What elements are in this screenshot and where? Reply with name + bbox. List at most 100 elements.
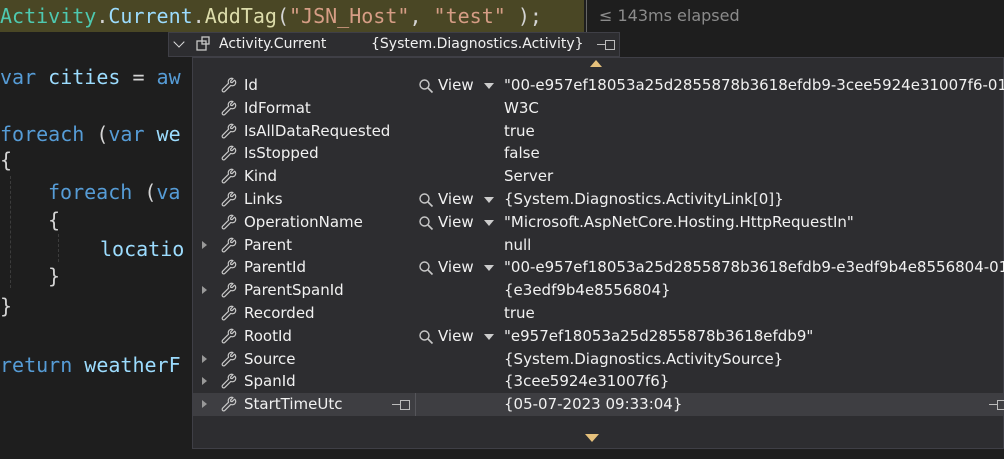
property-value[interactable]: true <box>504 122 535 140</box>
code-line-close-brace[interactable]: } <box>0 292 12 320</box>
code-token: = <box>120 65 157 89</box>
code-token: , <box>409 4 434 28</box>
pin-icon[interactable] <box>597 39 615 51</box>
property-value[interactable]: {System.Diagnostics.ActivitySource} <box>504 350 783 368</box>
chevron-down-icon[interactable] <box>484 265 494 272</box>
scroll-down-arrow-icon[interactable] <box>585 434 599 442</box>
view-visualizer-button[interactable]: View <box>418 213 502 233</box>
property-value[interactable]: false <box>504 144 540 162</box>
property-value[interactable]: true <box>504 304 535 322</box>
view-label: View <box>438 190 474 208</box>
datatip-row-source[interactable]: Source {System.Diagnostics.ActivitySource… <box>193 348 1003 371</box>
code-line-close-brace-inner[interactable]: } <box>48 262 60 290</box>
datatip-row-idformat[interactable]: IdFormat W3C <box>193 97 1003 120</box>
expand-arrow-icon[interactable] <box>202 354 207 363</box>
property-name: ParentSpanId <box>244 281 344 300</box>
datatip-row-rootid[interactable]: RootId View "e957ef18053a25d2855878b3618ef… <box>193 325 1003 348</box>
code-token: "test" <box>433 4 506 28</box>
datatip-row-isstopped[interactable]: IsStopped false <box>193 142 1003 165</box>
code-token: ); <box>505 4 542 28</box>
expand-arrow-icon[interactable] <box>202 400 207 409</box>
datatip-row-parent[interactable]: Parent null <box>193 234 1003 257</box>
scroll-up-arrow-icon[interactable] <box>590 60 602 67</box>
view-label: View <box>438 76 474 94</box>
datatip-expression: Activity.Current <box>219 36 327 52</box>
code-line-cities[interactable]: var cities = aw <box>0 63 181 91</box>
wrench-icon <box>221 191 237 207</box>
wrench-icon <box>221 373 237 389</box>
property-name: Parent <box>244 235 293 254</box>
datatip-row-starttimeutc[interactable]: StartTimeUtc {05-07-2023 09:33:04} <box>193 393 1004 417</box>
view-visualizer-button[interactable]: View <box>418 190 502 210</box>
code-line-open-brace-inner[interactable]: { <box>48 206 60 234</box>
property-value[interactable]: {3cee5924e31007f6} <box>504 372 669 390</box>
property-value[interactable]: null <box>504 236 531 254</box>
datatip-row-parentspanid[interactable]: ParentSpanId {e3edf9b4e8556804} <box>193 279 1003 302</box>
datatip-row-kind[interactable]: Kind Server <box>193 165 1003 188</box>
code-token: ( <box>132 180 157 204</box>
expand-arrow-icon[interactable] <box>202 240 207 249</box>
code-token: va <box>156 180 181 204</box>
property-value[interactable]: W3C <box>504 99 539 117</box>
code-token: return <box>0 353 73 377</box>
chevron-down-icon[interactable] <box>484 197 494 203</box>
code-line-open-brace[interactable]: { <box>0 146 12 174</box>
datatip-value: {System.Diagnostics.Activity} <box>371 36 584 52</box>
view-visualizer-button[interactable]: View <box>418 258 502 278</box>
datatip-row-id[interactable]: Id View "00-e957ef18053a25d2855878b3618efd… <box>193 74 1004 97</box>
object-icon <box>196 36 210 51</box>
code-line-location[interactable]: locatio <box>100 235 184 263</box>
property-value[interactable]: "00-e957ef18053a25d2855878b3618efdb9-e3e… <box>504 258 1004 276</box>
code-token: Activity <box>0 4 97 28</box>
property-value[interactable]: "00-e957ef18053a25d2855878b3618efdb9-3ce… <box>504 76 1004 94</box>
perf-tip-elapsed[interactable]: ≤ 143ms elapsed <box>586 0 740 32</box>
code-token: . <box>96 4 109 28</box>
chevron-down-icon[interactable] <box>484 219 494 226</box>
chevron-down-icon[interactable] <box>484 83 494 89</box>
expand-arrow-icon[interactable] <box>202 286 207 295</box>
code-token: ( <box>276 4 290 28</box>
view-label: View <box>438 212 474 231</box>
datatip-header[interactable]: Activity.Current {System.Diagnostics.Act… <box>168 32 620 57</box>
wrench-icon <box>221 259 237 275</box>
property-name: Links <box>244 190 283 208</box>
code-token: AddTag <box>204 4 277 28</box>
chevron-down-icon[interactable] <box>173 36 185 48</box>
wrench-icon <box>221 282 237 298</box>
property-value[interactable]: {05-07-2023 09:33:04} <box>504 395 682 413</box>
property-name: IsStopped <box>244 144 319 163</box>
wrench-icon <box>221 214 237 230</box>
property-value[interactable]: "Microsoft.AspNetCore.Hosting.HttpReques… <box>504 213 854 231</box>
property-value[interactable]: {System.Diagnostics.ActivityLink[0]} <box>504 190 784 208</box>
code-line-return[interactable]: return weatherF <box>0 351 181 379</box>
property-value[interactable]: "e957ef18053a25d2855878b3618efdb9" <box>504 327 813 345</box>
code-token: locatio <box>100 237 185 261</box>
wrench-icon <box>221 305 237 321</box>
datatip-panel[interactable]: Id View "00-e957ef18053a25d2855878b3618efd… <box>192 57 1004 449</box>
wrench-icon <box>221 328 237 344</box>
property-name: StartTimeUtc <box>244 395 343 414</box>
datatip-row-links[interactable]: Links View {System.Diagnostics.ActivityLin… <box>193 188 1003 211</box>
chevron-down-icon[interactable] <box>484 333 494 340</box>
datatip-row-recorded[interactable]: Recorded true <box>193 302 1003 325</box>
pin-icon[interactable] <box>989 399 1004 411</box>
code-line-addtag[interactable]: Activity.Current.AddTag("JSN_Host", "tes… <box>0 2 542 30</box>
wrench-icon <box>221 396 237 412</box>
code-line-foreach-outer[interactable]: foreach (var we <box>0 120 181 148</box>
wrench-icon <box>221 351 237 367</box>
expand-arrow-icon[interactable] <box>202 377 207 386</box>
wrench-icon <box>221 168 237 184</box>
wrench-icon <box>221 123 237 139</box>
view-visualizer-button[interactable]: View <box>418 76 502 96</box>
datatip-row-spanid[interactable]: SpanId {3cee5924e31007f6} <box>193 370 1003 393</box>
datatip-row-isalldatarequested[interactable]: IsAllDataRequested true <box>193 120 1003 143</box>
datatip-row-parentid[interactable]: ParentId View "00-e957ef18053a25d2855878b3… <box>193 256 1004 279</box>
view-visualizer-button[interactable]: View <box>418 327 502 347</box>
property-value[interactable]: {e3edf9b4e8556804} <box>504 281 671 299</box>
code-token: cities <box>36 65 121 89</box>
datatip-row-operationname[interactable]: OperationName View "Microsoft.AspNetCore.H… <box>193 211 1003 234</box>
property-value[interactable]: Server <box>504 167 553 185</box>
code-token: aw <box>156 65 181 89</box>
code-line-foreach-inner[interactable]: foreach (va <box>48 178 180 206</box>
pin-icon[interactable] <box>392 399 410 411</box>
